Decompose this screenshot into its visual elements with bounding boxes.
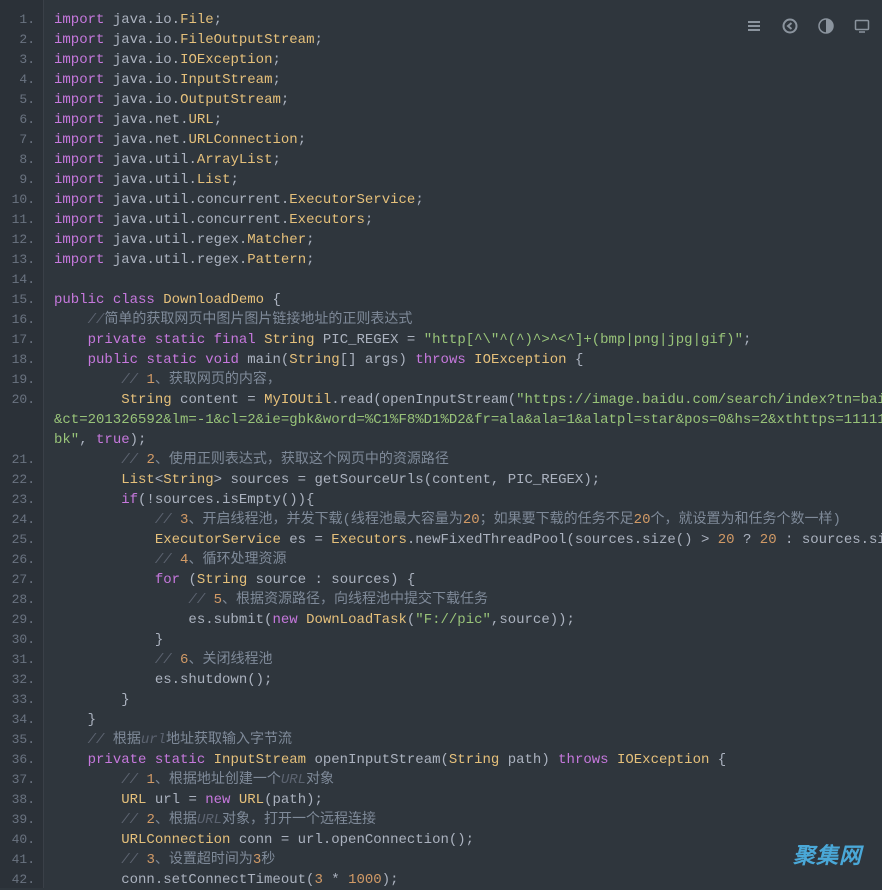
- code-line: URLConnection conn = url.openConnection(…: [54, 830, 882, 850]
- code-line: import java.net.URL;: [54, 110, 882, 130]
- line-number: 9.: [0, 170, 43, 190]
- code-line: // 5、根据资源路径，向线程池中提交下载任务: [54, 590, 882, 610]
- line-number: 18.: [0, 350, 43, 370]
- code-line: import java.util.concurrent.ExecutorServ…: [54, 190, 882, 210]
- code-line: import java.net.URLConnection;: [54, 130, 882, 150]
- line-number: 26.: [0, 550, 43, 570]
- code-line: public static void main(String[] args) t…: [54, 350, 882, 370]
- line-number: 41.: [0, 850, 43, 870]
- line-number: 19.: [0, 370, 43, 390]
- line-number: 16.: [0, 310, 43, 330]
- line-number: 38.: [0, 790, 43, 810]
- line-number: 7.: [0, 130, 43, 150]
- code-line: [54, 270, 882, 290]
- code-line: //简单的获取网页中图片图片链接地址的正则表达式: [54, 310, 882, 330]
- line-number: 6.: [0, 110, 43, 130]
- code-line: // 3、开启线程池，并发下载(线程池最大容量为20；如果要下载的任务不足20个…: [54, 510, 882, 530]
- line-number: 34.: [0, 710, 43, 730]
- editor-toolbar: [746, 18, 870, 34]
- code-line: conn.setConnectTimeout(3 * 1000);: [54, 870, 882, 888]
- line-number: 31.: [0, 650, 43, 670]
- code-line: es.shutdown();: [54, 670, 882, 690]
- line-number: 13.: [0, 250, 43, 270]
- line-number: 22.: [0, 470, 43, 490]
- code-line: import java.io.InputStream;: [54, 70, 882, 90]
- list-icon[interactable]: [746, 18, 762, 34]
- code-line: }: [54, 630, 882, 650]
- code-line: // 3、设置超时间为3秒: [54, 850, 882, 870]
- line-number: 42.: [0, 870, 43, 890]
- code-line: // 6、关闭线程池: [54, 650, 882, 670]
- line-number: 2.: [0, 30, 43, 50]
- line-number: 11.: [0, 210, 43, 230]
- line-number: [0, 430, 43, 450]
- code-line: String content = MyIOUtil.read(openInput…: [54, 390, 882, 410]
- code-line: public class DownloadDemo {: [54, 290, 882, 310]
- line-number: 28.: [0, 590, 43, 610]
- line-number: 30.: [0, 630, 43, 650]
- code-line: // 2、使用正则表达式，获取这个网页中的资源路径: [54, 450, 882, 470]
- code-line: }: [54, 690, 882, 710]
- code-line: URL url = new URL(path);: [54, 790, 882, 810]
- line-number: 29.: [0, 610, 43, 630]
- screen-icon[interactable]: [854, 18, 870, 34]
- line-number: 35.: [0, 730, 43, 750]
- back-icon[interactable]: [782, 18, 798, 34]
- line-number: 10.: [0, 190, 43, 210]
- code-line: es.submit(new DownLoadTask("F://pic",sou…: [54, 610, 882, 630]
- line-number: 27.: [0, 570, 43, 590]
- contrast-icon[interactable]: [818, 18, 834, 34]
- line-number: 1.: [0, 10, 43, 30]
- code-line: import java.io.IOException;: [54, 50, 882, 70]
- line-number: 24.: [0, 510, 43, 530]
- code-line: &ct=201326592&lm=-1&cl=2&ie=gbk&word=%C1…: [54, 410, 882, 430]
- line-number: 33.: [0, 690, 43, 710]
- line-number: 40.: [0, 830, 43, 850]
- code-line: for (String source : sources) {: [54, 570, 882, 590]
- line-number: 20.: [0, 390, 43, 410]
- line-number: 4.: [0, 70, 43, 90]
- line-number: 39.: [0, 810, 43, 830]
- line-number: 32.: [0, 670, 43, 690]
- code-line: }: [54, 710, 882, 730]
- line-number: 17.: [0, 330, 43, 350]
- line-number: 3.: [0, 50, 43, 70]
- line-number: 5.: [0, 90, 43, 110]
- line-number-gutter: 1.2.3.4.5.6.7.8.9.10.11.12.13.14.15.16.1…: [0, 0, 44, 888]
- code-line: // 1、根据地址创建一个URL对象: [54, 770, 882, 790]
- code-line: // 2、根据URL对象，打开一个远程连接: [54, 810, 882, 830]
- code-area[interactable]: import java.io.File;import java.io.FileO…: [44, 0, 882, 888]
- code-line: // 4、循环处理资源: [54, 550, 882, 570]
- line-number: 14.: [0, 270, 43, 290]
- code-line: import java.util.regex.Matcher;: [54, 230, 882, 250]
- line-number: 23.: [0, 490, 43, 510]
- code-line: List<String> sources = getSourceUrls(con…: [54, 470, 882, 490]
- code-line: import java.util.regex.Pattern;: [54, 250, 882, 270]
- code-line: ExecutorService es = Executors.newFixedT…: [54, 530, 882, 550]
- code-line: private static final String PIC_REGEX = …: [54, 330, 882, 350]
- code-line: import java.util.concurrent.Executors;: [54, 210, 882, 230]
- code-line: if(!sources.isEmpty()){: [54, 490, 882, 510]
- code-line: // 根据url地址获取输入字节流: [54, 730, 882, 750]
- line-number: 21.: [0, 450, 43, 470]
- code-line: import java.util.List;: [54, 170, 882, 190]
- code-editor: 1.2.3.4.5.6.7.8.9.10.11.12.13.14.15.16.1…: [0, 0, 882, 888]
- line-number: 36.: [0, 750, 43, 770]
- line-number: 15.: [0, 290, 43, 310]
- code-line: import java.io.OutputStream;: [54, 90, 882, 110]
- code-line: // 1、获取网页的内容，: [54, 370, 882, 390]
- line-number: [0, 410, 43, 430]
- code-line: import java.util.ArrayList;: [54, 150, 882, 170]
- line-number: 37.: [0, 770, 43, 790]
- line-number: 12.: [0, 230, 43, 250]
- line-number: 25.: [0, 530, 43, 550]
- code-line: private static InputStream openInputStre…: [54, 750, 882, 770]
- code-line: bk", true);: [54, 430, 882, 450]
- watermark: 聚集网: [793, 838, 862, 870]
- line-number: 8.: [0, 150, 43, 170]
